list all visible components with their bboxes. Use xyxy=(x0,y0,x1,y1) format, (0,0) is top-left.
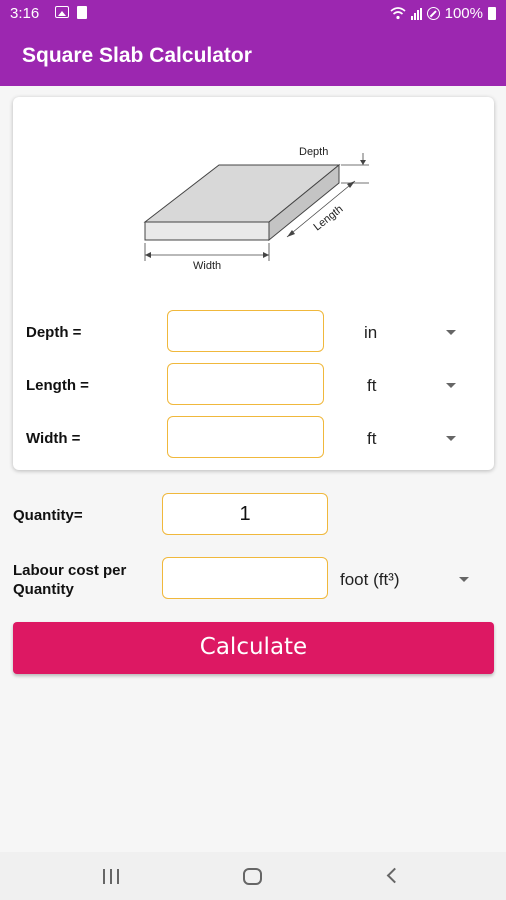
depth-unit-dropdown-icon[interactable] xyxy=(446,330,456,335)
width-unit-select[interactable]: ft xyxy=(367,429,376,449)
status-time: 3:16 xyxy=(10,5,40,22)
system-nav-bar xyxy=(0,852,506,900)
dimensions-card: Depth Length Width Depth = in Length = f… xyxy=(13,97,494,470)
depth-unit-select[interactable]: in xyxy=(364,323,377,343)
battery-icon xyxy=(488,7,496,20)
depth-label: Depth = xyxy=(26,324,82,341)
depth-input[interactable] xyxy=(167,310,324,352)
do-not-disturb-icon xyxy=(426,7,440,20)
depth-diagram-label: Depth xyxy=(299,146,328,158)
length-input[interactable] xyxy=(167,363,324,405)
back-icon[interactable] xyxy=(386,867,403,884)
labour-unit-select[interactable]: foot (ft³) xyxy=(340,570,400,590)
length-unit-dropdown-icon[interactable] xyxy=(446,383,456,388)
labour-cost-input[interactable] xyxy=(162,557,328,599)
storage-notification-icon xyxy=(77,6,87,19)
length-label: Length = xyxy=(26,377,89,394)
width-input[interactable] xyxy=(167,416,324,458)
labour-unit-dropdown-icon[interactable] xyxy=(459,577,469,582)
signal-icon xyxy=(410,7,422,20)
notification-icons xyxy=(55,6,87,19)
width-unit-dropdown-icon[interactable] xyxy=(446,436,456,441)
battery-percent: 100% xyxy=(444,5,483,22)
app-bar: Square Slab Calculator xyxy=(0,28,506,86)
wifi-icon xyxy=(390,7,406,20)
status-bar: 3:16 100% xyxy=(0,0,506,28)
page-title: Square Slab Calculator xyxy=(22,44,252,67)
labour-cost-label-line2: Quantity xyxy=(13,581,74,598)
slab-diagram: Depth Length Width xyxy=(143,146,369,272)
length-unit-select[interactable]: ft xyxy=(367,376,376,396)
labour-cost-label: Labour cost per Quantity xyxy=(13,561,126,599)
status-right: 100% xyxy=(390,5,496,22)
width-label: Width = xyxy=(26,430,81,447)
labour-cost-label-line1: Labour cost per xyxy=(13,562,127,579)
calculate-button[interactable]: Calculate xyxy=(13,622,494,674)
image-notification-icon xyxy=(55,6,69,18)
length-diagram-label: Length xyxy=(311,203,345,233)
quantity-label: Quantity= xyxy=(13,507,83,524)
width-diagram-label: Width xyxy=(193,260,221,272)
quantity-input[interactable]: 1 xyxy=(162,493,328,535)
recent-apps-icon[interactable] xyxy=(103,869,119,884)
home-icon[interactable] xyxy=(243,868,262,885)
